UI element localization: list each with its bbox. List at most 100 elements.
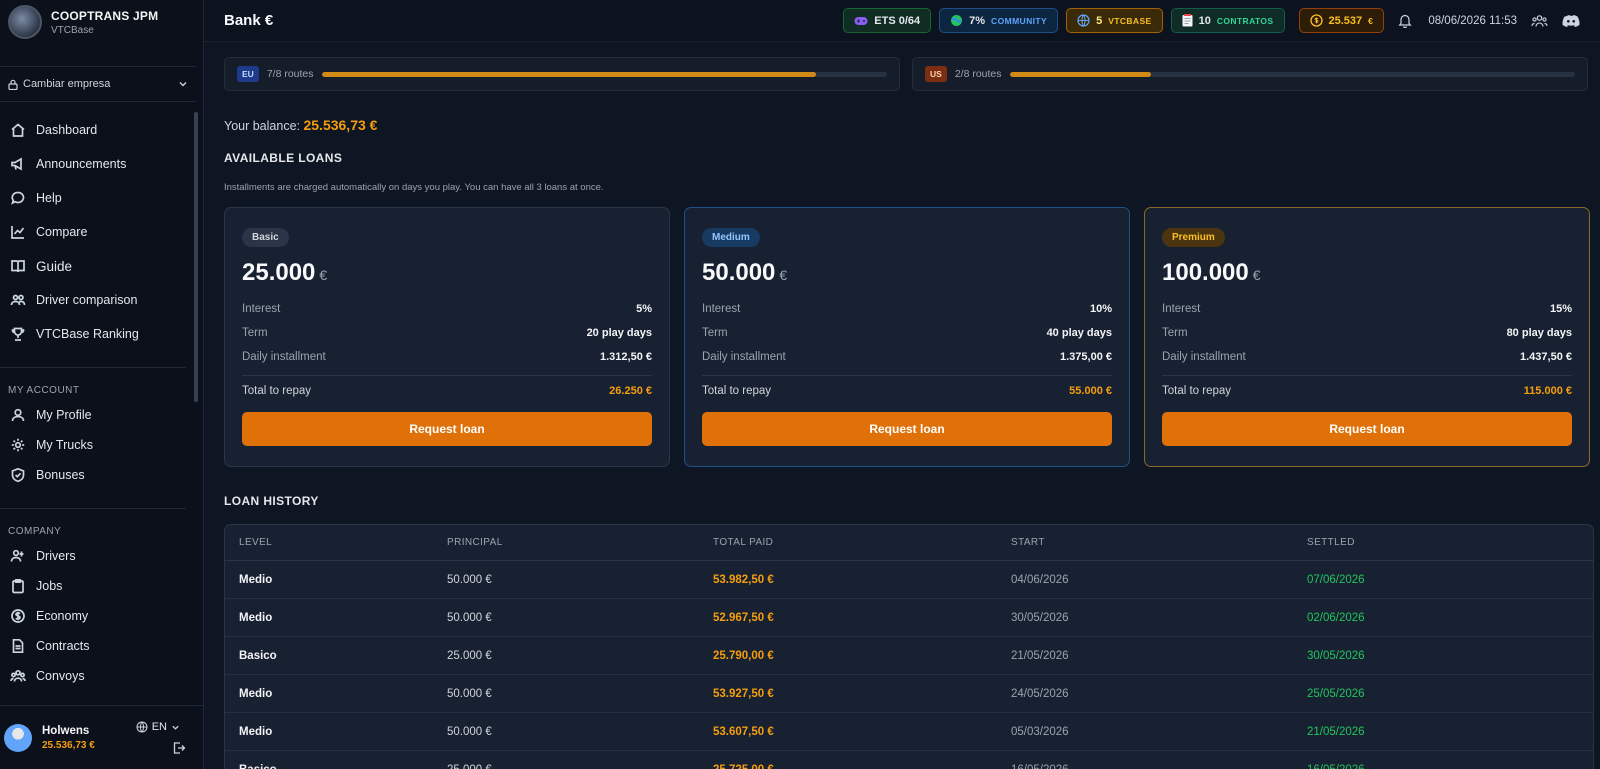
balance-pill[interactable]: 25.537 € xyxy=(1298,8,1385,33)
eu-route-card[interactable]: EU 7/8 routes xyxy=(224,57,900,91)
route-progress-row: EU 7/8 routes US 2/8 routes xyxy=(224,57,1588,91)
table-row[interactable]: Basico 25.000 € 25.790,00 € 21/05/2026 30/05… xyxy=(225,637,1593,675)
table-cell: 53.927,50 € xyxy=(713,687,774,700)
us-progress-fill xyxy=(1009,71,1151,77)
nav-main: Dashboard Announcements Help Compare Gui… xyxy=(0,113,186,351)
loan-card-medium: Medium 50.000 € Interest 10% Term 40 play d… xyxy=(684,207,1130,467)
vtcbase-stat-pill[interactable]: 5 VTCBASE xyxy=(1066,8,1163,33)
col-principal[interactable]: PRINCIPAL xyxy=(447,537,713,548)
col-level[interactable]: LEVEL xyxy=(239,537,447,548)
discord-icon[interactable] xyxy=(1562,14,1580,28)
interest-row: Interest 5% xyxy=(242,303,652,315)
table-cell: Medio xyxy=(239,573,273,586)
table-cell: 07/06/2026 xyxy=(1307,573,1365,586)
community-stat-pill[interactable]: 7% COMMUNITY xyxy=(939,8,1059,33)
nav-convoys[interactable]: Convoys xyxy=(0,661,186,691)
col-settled[interactable]: SETTLED xyxy=(1307,537,1593,548)
gear-icon xyxy=(11,438,25,452)
nav-compare[interactable]: Compare xyxy=(0,215,186,249)
tier-badge: Medium xyxy=(702,228,760,247)
col-total-paid[interactable]: TOTAL PAID xyxy=(713,537,1011,548)
available-loans-title: AVAILABLE LOANS xyxy=(224,151,343,165)
tier-badge: Basic xyxy=(242,228,289,247)
loans-note: Installments are charged automatically o… xyxy=(224,182,604,193)
table-cell: 25.000 € xyxy=(447,649,492,662)
page-title: Bank € xyxy=(224,12,274,29)
bell-icon[interactable] xyxy=(1398,13,1412,28)
request-loan-premium-button[interactable]: Request loan xyxy=(1162,412,1572,446)
request-loan-basic-button[interactable]: Request loan xyxy=(242,412,652,446)
table-cell: 53.607,50 € xyxy=(713,725,774,738)
table-row[interactable]: Medio 50.000 € 53.982,50 € 04/06/2026 07/06/… xyxy=(225,561,1593,599)
home-icon xyxy=(11,123,25,137)
table-row[interactable]: Medio 50.000 € 53.927,50 € 24/05/2026 25/05/… xyxy=(225,675,1593,713)
chat-icon xyxy=(11,191,25,205)
col-start[interactable]: START xyxy=(1011,537,1307,548)
main-content: Bank € ETS 0/64 7% COMMUNITY 5 VTCBASE 1… xyxy=(204,0,1600,769)
loan-card-premium: Premium 100.000 € Interest 15% Term 80 play… xyxy=(1144,207,1590,467)
language-label: EN xyxy=(151,721,167,733)
loan-history-table: LEVEL PRINCIPAL TOTAL PAID START SETTLED… xyxy=(224,524,1594,769)
table-cell: 50.000 € xyxy=(447,573,492,586)
eu-routes-text: 7/8 routes xyxy=(266,68,314,80)
table-header: LEVEL PRINCIPAL TOTAL PAID START SETTLED xyxy=(225,525,1593,561)
nav-my-trucks[interactable]: My Trucks xyxy=(0,430,186,460)
table-cell: 21/05/2026 xyxy=(1011,649,1069,662)
table-row[interactable]: Medio 50.000 € 53.607,50 € 05/03/2026 21/05/… xyxy=(225,713,1593,751)
clipboard-icon xyxy=(12,578,24,594)
loan-card-basic: Basic 25.000 € Interest 5% Term 20 play day… xyxy=(224,207,670,467)
sidebar-divider xyxy=(0,367,186,368)
chevron-down-icon xyxy=(179,82,187,87)
language-selector[interactable]: EN xyxy=(136,721,180,733)
avatar[interactable] xyxy=(4,723,32,752)
total-row: Total to repay 115.000 € xyxy=(1162,375,1572,399)
term-row: Term 80 play days xyxy=(1162,327,1572,339)
table-row[interactable]: Medio 50.000 € 52.967,50 € 30/05/2026 02/06/… xyxy=(225,599,1593,637)
drivers-icon xyxy=(10,549,24,562)
switch-company-dropdown[interactable]: Cambiar empresa xyxy=(0,66,196,102)
users-icon[interactable] xyxy=(1531,14,1548,28)
contracts-stat-pill[interactable]: 10 CONTRATOS xyxy=(1170,8,1285,33)
table-cell: Medio xyxy=(239,611,273,624)
company-platform: VTCBase xyxy=(51,24,94,36)
balance-label: Your balance: xyxy=(224,119,300,133)
gamepad-icon xyxy=(854,16,868,25)
table-row[interactable]: Basico25.000 €25.725,00 €16/05/202616/05… xyxy=(225,751,1593,769)
section-my-account: MY ACCOUNT xyxy=(8,384,80,396)
request-loan-medium-button[interactable]: Request loan xyxy=(702,412,1112,446)
us-route-card[interactable]: US 2/8 routes xyxy=(912,57,1588,91)
nav-my-profile[interactable]: My Profile xyxy=(0,400,186,430)
table-cell: 02/06/2026 xyxy=(1307,611,1365,624)
document-icon xyxy=(12,638,24,654)
total-row: Total to repay 26.250 € xyxy=(242,375,652,399)
ets-stat-pill[interactable]: ETS 0/64 xyxy=(843,8,932,33)
chevron-down-icon xyxy=(172,725,179,730)
term-row: Term 40 play days xyxy=(702,327,1112,339)
logout-icon[interactable] xyxy=(172,741,186,755)
chart-line-icon xyxy=(11,226,25,239)
nav-drivers[interactable]: Drivers xyxy=(0,541,186,571)
balance-value: 25.536,73 € xyxy=(303,117,378,133)
nav-bonuses[interactable]: Bonuses xyxy=(0,460,186,490)
nav-vtcbase-ranking[interactable]: VTCBase Ranking xyxy=(0,317,186,351)
eu-progress-bar xyxy=(321,71,887,77)
nav-announcements[interactable]: Announcements xyxy=(0,147,186,181)
daily-row: Daily installment 1.312,50 € xyxy=(242,351,652,363)
table-cell: Medio xyxy=(239,725,273,738)
brand[interactable]: COOPTRANS JPM VTCBase xyxy=(0,0,203,44)
table-cell: Basico xyxy=(239,764,447,769)
nav-help[interactable]: Help xyxy=(0,181,186,215)
company-name: COOPTRANS JPM xyxy=(51,8,159,23)
nav-dashboard[interactable]: Dashboard xyxy=(0,113,186,147)
loan-history-title: LOAN HISTORY xyxy=(224,494,319,508)
nav-economy[interactable]: Economy xyxy=(0,601,186,631)
total-row: Total to repay 55.000 € xyxy=(702,375,1112,399)
eu-badge: EU xyxy=(237,66,259,82)
table-cell: 24/05/2026 xyxy=(1011,687,1069,700)
nav-jobs[interactable]: Jobs xyxy=(0,571,186,601)
sidebar-scrollbar[interactable] xyxy=(194,112,198,402)
nav-guide[interactable]: Guide xyxy=(0,249,186,283)
nav-contracts[interactable]: Contracts xyxy=(0,631,186,661)
nav-driver-comparison[interactable]: Driver comparison xyxy=(0,283,186,317)
user-name: Holwens xyxy=(42,724,90,737)
